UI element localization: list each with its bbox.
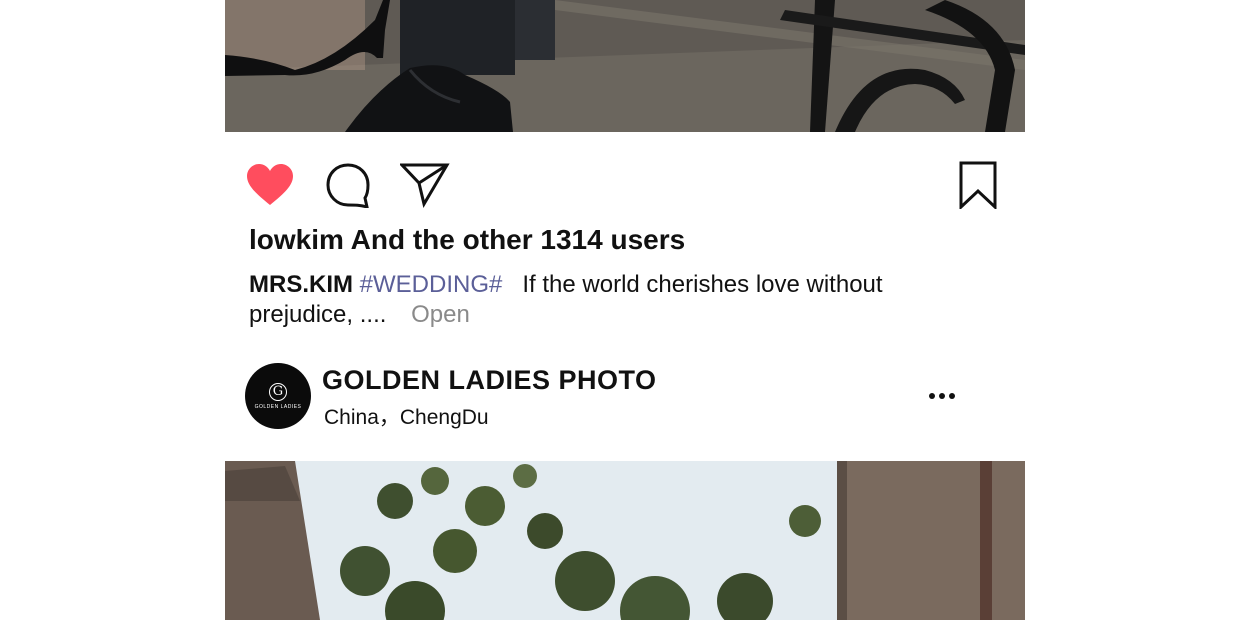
caption-open-link[interactable]: Open: [411, 301, 470, 328]
author-location[interactable]: China，ChengDu: [324, 401, 489, 431]
post-photo-top[interactable]: [225, 0, 1025, 132]
avatar[interactable]: G GOLDEN LADIES: [245, 363, 311, 429]
send-icon: [400, 163, 450, 208]
more-options-button[interactable]: [925, 383, 959, 409]
post-author-header: G GOLDEN LADIES GOLDEN LADIES PHOTO Chin…: [245, 363, 1005, 433]
like-button[interactable]: [245, 160, 295, 210]
caption-username[interactable]: MRS.KIM: [249, 271, 353, 298]
post-caption: MRS.KIM #WEDDING# If the world cherishes…: [249, 270, 949, 330]
photo-bottom-scene: [225, 461, 1025, 620]
post-photo-bottom[interactable]: [225, 461, 1025, 620]
heart-icon: [247, 164, 293, 205]
more-options-icon: [949, 393, 955, 399]
save-button[interactable]: [953, 160, 1003, 210]
post-action-bar: [245, 160, 1005, 210]
likes-summary[interactable]: lowkim And the other 1314 users: [249, 224, 685, 256]
more-options-icon: [929, 393, 935, 399]
share-button[interactable]: [400, 160, 450, 210]
author-name[interactable]: GOLDEN LADIES PHOTO: [322, 365, 657, 396]
photo-top-scene: [225, 0, 1025, 132]
caption-hashtag[interactable]: #WEDDING#: [360, 271, 503, 298]
comment-button[interactable]: [323, 160, 373, 210]
avatar-logo-text: GOLDEN LADIES: [254, 403, 302, 410]
comment-icon: [326, 163, 370, 208]
more-options-icon: [939, 393, 945, 399]
avatar-logo-mark: G: [269, 382, 287, 401]
bookmark-icon: [959, 161, 997, 209]
